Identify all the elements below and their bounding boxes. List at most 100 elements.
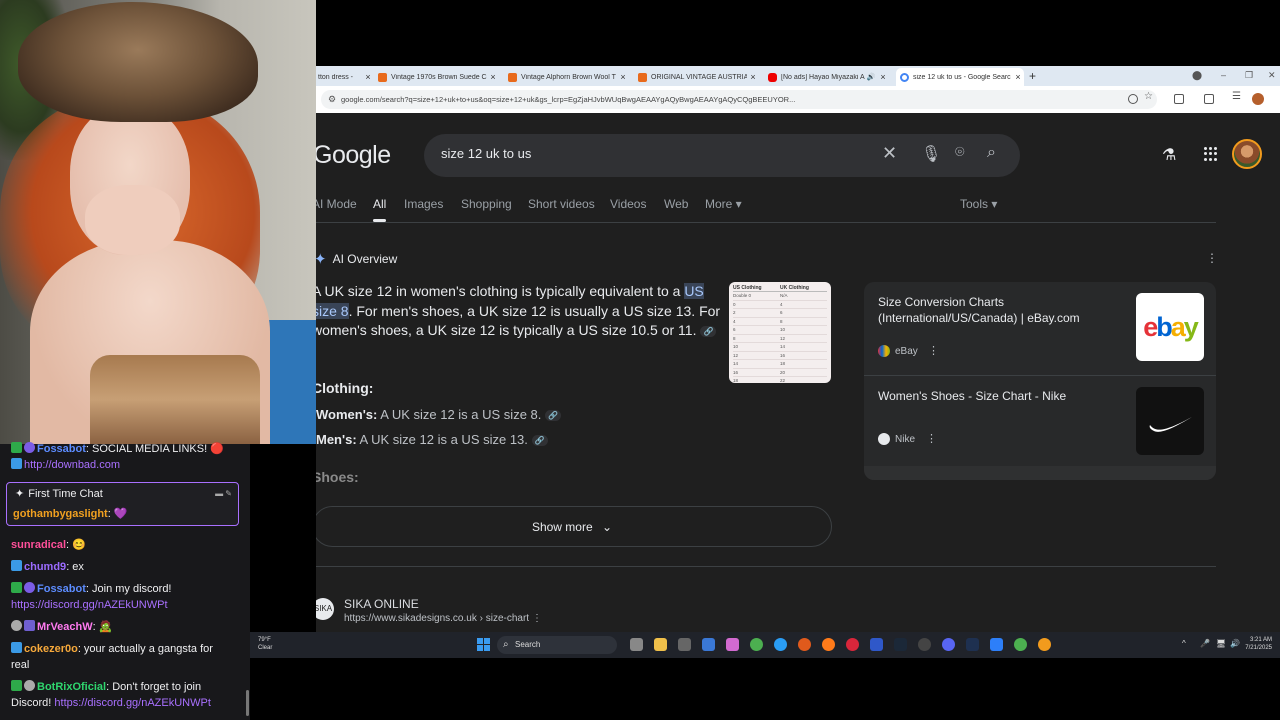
new-tab-button[interactable]: + [1029, 69, 1036, 83]
chat-username[interactable]: MrVeachW [37, 621, 93, 633]
chat-link[interactable]: http://downbad.com [24, 459, 120, 471]
close-tab-icon[interactable]: × [487, 72, 499, 82]
site-info-icon[interactable]: ⚙ [328, 90, 336, 109]
system-clock[interactable]: 3:21 AM 7/21/2025 [1245, 636, 1272, 652]
browser-tab[interactable]: Vintage 1970s Brown Suede Co × [374, 68, 499, 86]
address-bar[interactable]: ⚙ google.com/search?q=size+12+uk+to+us&o… [321, 90, 1157, 109]
browser-tab[interactable]: ORIGINAL VINTAGE AUSTRIAN × [634, 68, 759, 86]
minimize-button[interactable]: – [1221, 70, 1226, 80]
tab-short-videos[interactable]: Short videos [528, 197, 595, 211]
account-avatar[interactable] [1232, 139, 1262, 169]
chat-username[interactable]: gothambygaslight [13, 508, 108, 520]
close-tab-icon[interactable]: × [1012, 72, 1024, 82]
tab-more[interactable]: More ▾ [705, 197, 742, 211]
etsy-favicon-icon [508, 72, 517, 82]
source-more-icon[interactable]: ⋮ [928, 344, 939, 357]
show-more-button[interactable]: Show more ⌄ [316, 506, 832, 547]
result-site-name[interactable]: SIKA ONLINE [344, 597, 419, 611]
chat-username[interactable]: sunradical [11, 539, 66, 551]
tab-all[interactable]: All [373, 197, 387, 222]
browser-tab[interactable]: [No ads] Hayao Miyazaki A 🔊 × [764, 68, 889, 86]
source-link-icon[interactable]: 🔗 [545, 410, 562, 422]
chrome-alt-icon[interactable] [1014, 638, 1027, 651]
browser-tab[interactable]: tton dress - × [316, 68, 374, 86]
close-window-button[interactable]: ✕ [1268, 70, 1276, 81]
mic-tray-icon[interactable]: 🎤 [1200, 639, 1210, 648]
source-link-icon[interactable]: 🔗 [700, 325, 717, 337]
clear-search-icon[interactable]: ✕ [882, 143, 897, 164]
store-icon[interactable] [702, 638, 715, 651]
google-logo[interactable]: Google [316, 141, 391, 170]
chat-username[interactable]: chumd9 [24, 561, 66, 573]
app-icon[interactable] [990, 638, 1003, 651]
result-url[interactable]: https://www.sikadesigns.co.uk › size-cha… [344, 613, 529, 624]
menu-icon[interactable]: ☰ [1232, 91, 1242, 102]
profile-avatar[interactable] [1252, 93, 1264, 105]
profile-dot-icon[interactable]: ⬤ [1192, 70, 1202, 81]
taskbar-search[interactable]: Search [497, 636, 617, 654]
opera-icon[interactable] [846, 638, 859, 651]
microphone-icon[interactable]: 🎙 [921, 144, 941, 164]
copilot-icon[interactable] [726, 638, 739, 651]
chat-username[interactable]: Fossabot [37, 443, 86, 455]
source-card-nike[interactable]: Women's Shoes - Size Chart - Nike Nike ⋮ [864, 376, 1216, 466]
edge-icon[interactable] [774, 638, 787, 651]
source-site-name: Nike [895, 433, 916, 445]
tab-ai-mode[interactable]: AI Mode [316, 197, 357, 211]
tab-shopping[interactable]: Shopping [461, 197, 512, 211]
close-tab-icon[interactable]: × [617, 72, 629, 82]
obs-icon[interactable] [918, 638, 931, 651]
tools-button[interactable]: Tools ▾ [960, 197, 997, 211]
tray-chevron-icon[interactable]: ^ [1182, 639, 1186, 648]
browser-tab[interactable]: Vintage Alphorn Brown Wool T × [504, 68, 629, 86]
more-options-icon[interactable]: ⋮ [1206, 251, 1218, 265]
card-actions-icon[interactable]: ▬ ✎ [215, 489, 232, 498]
tab-web[interactable]: Web [664, 197, 688, 211]
maximize-button[interactable]: ❐ [1245, 70, 1253, 81]
tab-images[interactable]: Images [404, 197, 443, 211]
chrome-icon[interactable] [750, 638, 763, 651]
bookmark-star-icon[interactable]: ☆ [1144, 91, 1154, 102]
task-view-icon[interactable] [630, 638, 643, 651]
source-more-icon[interactable]: ⋮ [926, 432, 937, 445]
chat-username[interactable]: BotRixOficial [37, 681, 106, 693]
chat-scrollbar[interactable] [246, 690, 249, 716]
network-icon[interactable]: 🖥 [1216, 639, 1226, 648]
volume-icon[interactable]: 🔊 [1230, 639, 1240, 648]
source-link-icon[interactable]: 🔗 [531, 435, 548, 447]
result-more-icon[interactable]: ⋮ [532, 613, 542, 624]
chat-link[interactable]: https://discord.gg/nAZEkUNWPt [11, 599, 168, 611]
origin-icon[interactable] [798, 638, 811, 651]
calculator-icon[interactable] [678, 638, 691, 651]
google-apps-icon[interactable] [1204, 147, 1218, 161]
browser-tab-active[interactable]: size 12 uk to us - Google Searc × [896, 68, 1024, 86]
riot-icon[interactable] [870, 638, 883, 651]
chat-message: http://downbad.com [11, 457, 241, 473]
weather-widget[interactable]: 79°F Clear [258, 636, 272, 652]
tab-videos[interactable]: Videos [610, 197, 646, 211]
labs-flask-icon[interactable]: ⚗ [1162, 145, 1176, 165]
chrome-profile-icon[interactable] [1038, 638, 1051, 651]
windows-start-icon[interactable] [477, 638, 490, 651]
photoshop-icon[interactable] [966, 638, 979, 651]
chat-link[interactable]: https://discord.gg/nAZEkUNWPt [54, 697, 211, 709]
sidebar-icon[interactable] [1204, 94, 1214, 104]
firefox-icon[interactable] [822, 638, 835, 651]
chat-text: : Don't forget to join [106, 681, 202, 693]
chat-username[interactable]: cokezer0o [24, 643, 78, 655]
chat-username[interactable]: Fossabot [37, 583, 86, 595]
close-tab-icon[interactable]: × [877, 72, 889, 82]
zoom-icon[interactable] [1128, 94, 1138, 104]
discord-icon[interactable] [942, 638, 955, 651]
file-explorer-icon[interactable] [654, 638, 667, 651]
lens-camera-icon[interactable]: ⌾ [955, 144, 965, 162]
close-tab-icon[interactable]: × [362, 72, 374, 82]
speaker-icon[interactable]: 🔊 [865, 73, 877, 81]
size-chart-thumbnail[interactable]: US Clothing UK Clothing Double 0 N/A 0 4 2 6 4… [729, 282, 831, 383]
search-icon[interactable]: ⌕ [987, 144, 996, 162]
extensions-icon[interactable] [1174, 94, 1184, 104]
close-tab-icon[interactable]: × [747, 72, 759, 82]
search-input[interactable] [441, 146, 861, 161]
steam-icon[interactable] [894, 638, 907, 651]
source-card-ebay[interactable]: Size Conversion Charts (International/US… [864, 282, 1216, 372]
